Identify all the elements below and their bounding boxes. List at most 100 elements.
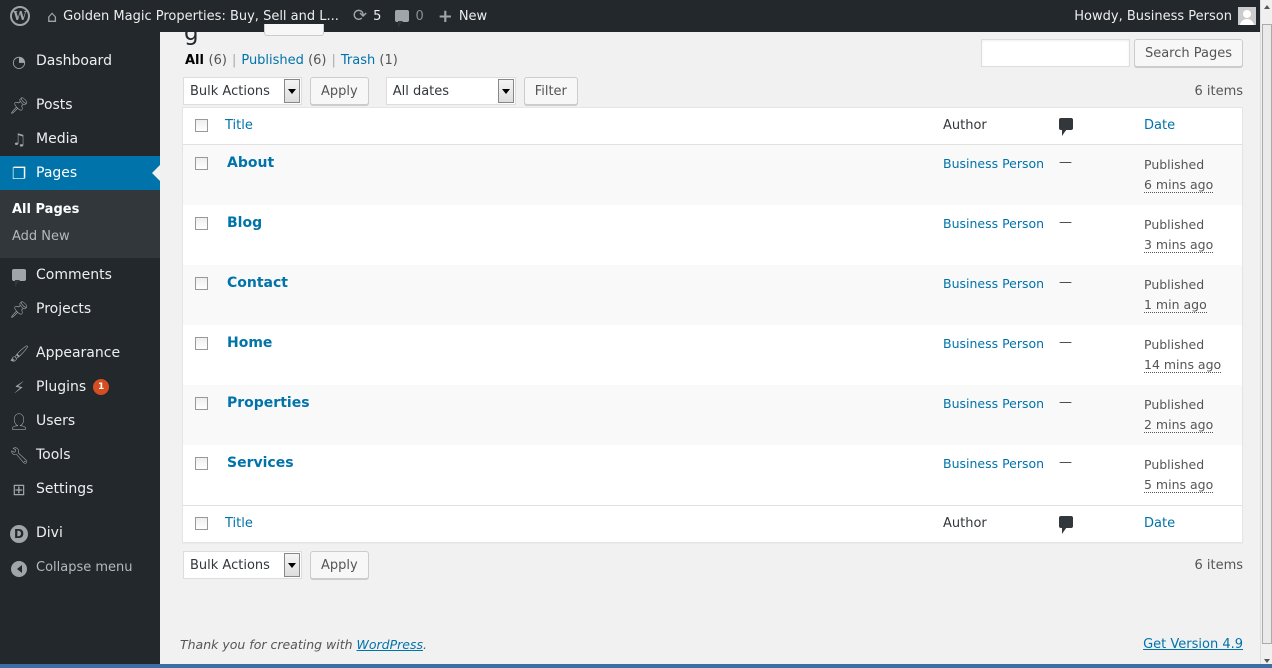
apply-button-bottom[interactable]: Apply xyxy=(310,551,369,579)
wordpress-link[interactable]: WordPress xyxy=(357,637,423,652)
page-title-link[interactable]: Contact xyxy=(227,275,288,291)
column-comments-bottom[interactable] xyxy=(1059,516,1073,534)
status-label: Published xyxy=(1144,397,1205,412)
comments-count: — xyxy=(1059,215,1072,230)
row-checkbox[interactable] xyxy=(195,337,208,350)
author-link[interactable]: Business Person xyxy=(943,156,1044,171)
view-all-link[interactable]: All (6) xyxy=(185,53,227,68)
sidebar-item-divi[interactable]: D Divi xyxy=(0,516,160,550)
submenu-all-pages[interactable]: All Pages xyxy=(0,196,160,223)
bulk-actions-select-top[interactable]: Bulk Actions xyxy=(183,77,302,105)
sliders-icon: ⊞ xyxy=(12,479,26,499)
footer-text: Thank you for creating with xyxy=(180,637,357,652)
menu-label: Users xyxy=(36,413,76,429)
sidebar-item-plugins[interactable]: ⚡︎ Plugins 1 xyxy=(0,370,160,404)
comment-icon xyxy=(395,10,410,28)
comment-icon xyxy=(1059,516,1073,534)
comments-count: — xyxy=(1059,455,1072,470)
author-link[interactable]: Business Person xyxy=(943,396,1044,411)
my-account-menu[interactable]: Howdy, Business Person xyxy=(1067,0,1260,32)
sidebar-item-tools[interactable]: 🔧︎ Tools xyxy=(0,438,160,472)
author-link[interactable]: Business Person xyxy=(943,276,1044,291)
column-title-sort[interactable]: Title xyxy=(225,118,253,133)
page-title-link[interactable]: Services xyxy=(227,455,294,471)
view-trash-label: Trash xyxy=(340,53,376,68)
status-label: Published xyxy=(1144,157,1205,172)
updates-count: 5 xyxy=(373,8,382,24)
page-title-link[interactable]: About xyxy=(227,155,274,171)
dates-filter-select[interactable]: All dates xyxy=(385,77,516,105)
row-checkbox[interactable] xyxy=(195,217,208,230)
sidebar-item-comments[interactable]: Comments xyxy=(0,258,160,292)
date-cell: Published 6 mins ago xyxy=(1144,155,1214,195)
collapse-icon-wrap xyxy=(9,558,29,577)
relative-time: 1 min ago xyxy=(1144,297,1207,313)
new-content-link[interactable]: + New xyxy=(431,0,494,32)
author-link[interactable]: Business Person xyxy=(943,336,1044,351)
column-date-sort-bottom[interactable]: Date xyxy=(1144,516,1175,531)
page-title-link[interactable]: Home xyxy=(227,335,272,351)
sidebar-item-users[interactable]: 👤︎ Users xyxy=(0,404,160,438)
sidebar-item-settings[interactable]: ⊞ Settings xyxy=(0,472,160,506)
sidebar-item-media[interactable]: ♫ Media xyxy=(0,122,160,156)
sidebar-item-posts[interactable]: 📌︎ Posts xyxy=(0,88,160,122)
view-filters: All (6) | Published (6) | Trash (1) xyxy=(185,53,398,68)
column-comments[interactable] xyxy=(1059,118,1073,136)
sidebar-item-appearance[interactable]: 🖌︎ Appearance xyxy=(0,336,160,370)
collapse-icon xyxy=(11,560,27,577)
menu-label: Pages xyxy=(36,165,78,181)
updates-link[interactable]: ⟳ 5 xyxy=(346,0,389,32)
dropdown-arrow-icon xyxy=(284,79,300,103)
select-all-checkbox-bottom[interactable] xyxy=(195,517,208,530)
menu-label: Divi xyxy=(36,525,63,541)
submenu-add-new[interactable]: Add New xyxy=(0,223,160,250)
view-trash-link[interactable]: Trash (1) xyxy=(341,53,398,68)
author-link[interactable]: Business Person xyxy=(943,216,1044,231)
vertical-scrollbar[interactable] xyxy=(1260,0,1272,668)
sidebar-item-projects[interactable]: 📌︎ Projects xyxy=(0,292,160,326)
scroll-up-arrow-icon[interactable] xyxy=(1264,2,1270,9)
search-input[interactable] xyxy=(980,39,1130,67)
home-icon: ⌂ xyxy=(47,6,58,26)
table-row: About Business Person — Published 6 mins ago xyxy=(183,145,1242,205)
items-count-top: 6 items xyxy=(1194,84,1243,99)
scrollbar-thumb[interactable] xyxy=(1262,24,1272,644)
pages-table: Title Author Date About Business Person — P… xyxy=(182,107,1243,543)
search-box: Search Pages xyxy=(980,39,1243,67)
select-all-checkbox[interactable] xyxy=(195,119,208,132)
view-trash-count: (1) xyxy=(379,53,398,68)
search-pages-button[interactable]: Search Pages xyxy=(1133,39,1243,67)
wp-logo-menu[interactable]: W xyxy=(0,0,40,32)
dashboard-icon: ◔ xyxy=(12,51,26,71)
get-version-link[interactable]: Get Version 4.9 xyxy=(1143,637,1243,652)
column-author: Author xyxy=(943,118,987,133)
collapse-label: Collapse menu xyxy=(36,559,133,575)
author-link[interactable]: Business Person xyxy=(943,456,1044,471)
row-checkbox[interactable] xyxy=(195,457,208,470)
column-date-sort[interactable]: Date xyxy=(1144,118,1175,133)
add-new-page-button[interactable] xyxy=(264,24,324,36)
dropdown-arrow-icon xyxy=(284,553,300,577)
row-checkbox[interactable] xyxy=(195,277,208,290)
sidebar-item-pages[interactable]: ❐ Pages xyxy=(0,156,160,190)
os-taskbar xyxy=(0,664,1272,668)
column-title-sort-bottom[interactable]: Title xyxy=(225,516,253,531)
row-checkbox[interactable] xyxy=(195,397,208,410)
page-title-link[interactable]: Properties xyxy=(227,395,310,411)
brush-icon: 🖌︎ xyxy=(9,343,30,363)
view-published-count: (6) xyxy=(308,53,327,68)
collapse-menu-button[interactable]: Collapse menu xyxy=(0,550,160,584)
row-checkbox[interactable] xyxy=(195,157,208,170)
site-name: Golden Magic Properties: Buy, Sell and L… xyxy=(63,8,339,24)
bulk-actions-select-bottom[interactable]: Bulk Actions xyxy=(183,551,302,579)
sidebar-item-dashboard[interactable]: ◔ Dashboard xyxy=(0,44,160,78)
view-published-link[interactable]: Published (6) xyxy=(241,53,326,68)
filter-button[interactable]: Filter xyxy=(523,77,578,105)
page-title-link[interactable]: Blog xyxy=(227,215,262,231)
comments-link[interactable]: 0 xyxy=(388,0,430,32)
pin-icon: 📌︎ xyxy=(9,299,30,319)
plug-icon: ⚡︎ xyxy=(13,377,25,397)
apply-button-top[interactable]: Apply xyxy=(310,77,369,105)
view-all-count: (6) xyxy=(208,53,227,68)
divi-icon-wrap: D xyxy=(9,523,29,543)
